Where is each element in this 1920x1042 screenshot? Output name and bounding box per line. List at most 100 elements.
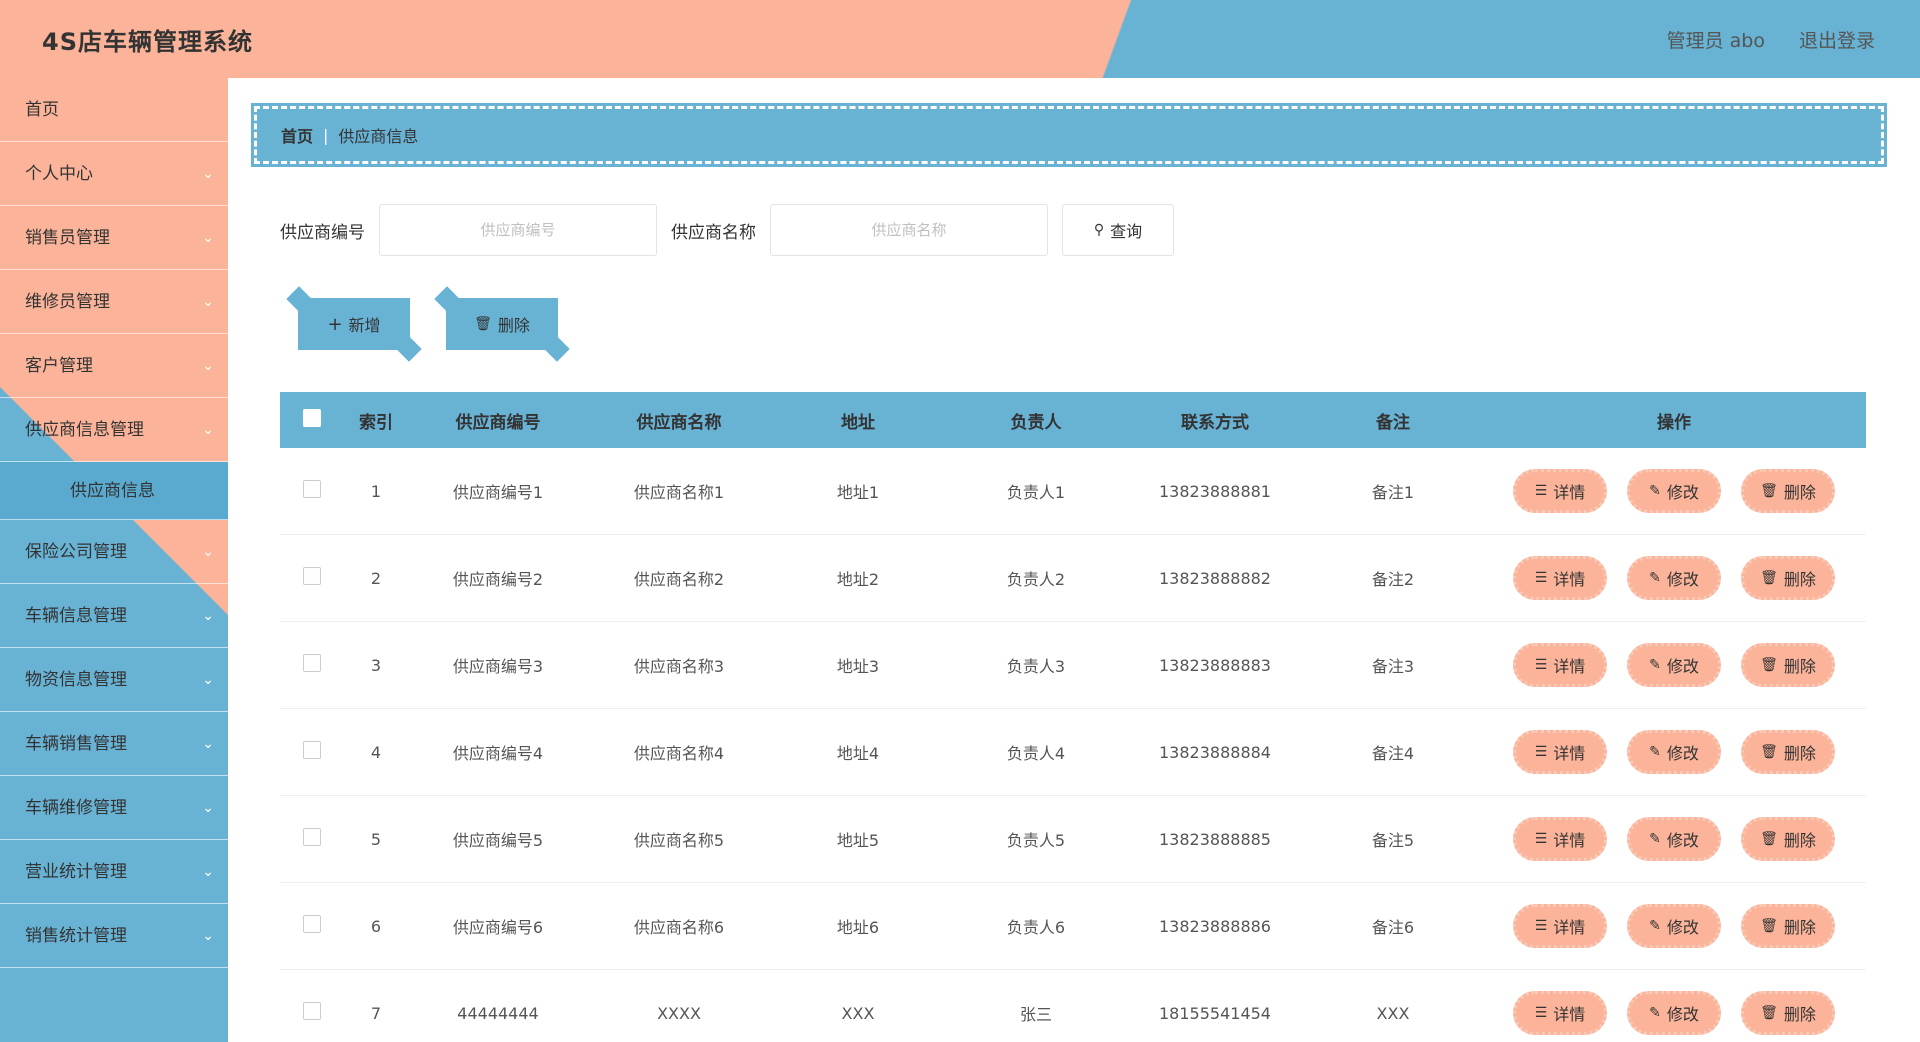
breadcrumb-separator: | [323,125,329,145]
row-checkbox[interactable] [303,480,321,498]
delete-button[interactable]: 🗑 删除 [1741,730,1835,774]
sidebar-item-4[interactable]: 客户管理 ⌄ [0,334,228,398]
detail-button-label: 详情 [1553,918,1586,937]
edit-button[interactable]: ✎ 修改 [1627,643,1721,687]
select-all-cell [280,408,344,432]
document-icon: ☰ [1534,831,1548,847]
row-checkbox[interactable] [303,654,321,672]
add-button[interactable]: + 新增 [298,298,410,350]
sidebar-item-0[interactable]: 首页 [0,78,228,142]
edit-button[interactable]: ✎ 修改 [1627,991,1721,1035]
delete-button[interactable]: 🗑 删除 [1741,991,1835,1035]
sidebar-item-10[interactable]: 车辆销售管理 ⌄ [0,712,228,776]
cell-index: 1 [370,481,382,501]
row-checkbox[interactable] [303,828,321,846]
admin-name: 管理员 abo [1666,30,1765,52]
detail-button[interactable]: ☰ 详情 [1513,556,1607,600]
logout-link[interactable]: 退出登录 [1799,26,1875,53]
detail-button[interactable]: ☰ 详情 [1513,904,1607,948]
sidebar-item-11[interactable]: 车辆维修管理 ⌄ [0,776,228,840]
row-operations: ☰ 详情 ✎ 修改 🗑 删除 [1482,643,1866,687]
edit-button-label: 修改 [1666,918,1699,937]
supplier-name-input[interactable] [770,204,1048,256]
detail-button[interactable]: ☰ 详情 [1513,730,1607,774]
delete-button[interactable]: 🗑 删除 [1741,904,1835,948]
edit-button[interactable]: ✎ 修改 [1627,556,1721,600]
sidebar-item-7[interactable]: 保险公司管理 ⌄ [0,520,228,584]
row-checkbox[interactable] [303,741,321,759]
delete-button[interactable]: 🗑 删除 [1741,469,1835,513]
detail-button[interactable]: ☰ 详情 [1513,469,1607,513]
cell-note: 备注5 [1371,831,1415,850]
pencil-icon: ✎ [1649,483,1661,499]
cell-address: XXX [841,1003,875,1023]
cell-address: 地址2 [836,570,880,589]
chevron-down-icon: ⌄ [202,166,214,182]
breadcrumb-home[interactable]: 首页 [281,123,313,147]
cell-address: 地址3 [836,657,880,676]
sidebar-item-5[interactable]: 供应商信息管理 ⌄ [0,398,228,462]
trash-icon: 🗑 [1760,657,1778,673]
query-button[interactable]: ⚲ 查询 [1062,204,1174,256]
row-operations: ☰ 详情 ✎ 修改 🗑 删除 [1482,730,1866,774]
row-checkbox[interactable] [303,567,321,585]
sidebar-item-13[interactable]: 销售统计管理 ⌄ [0,904,228,968]
cell-note: 备注1 [1371,483,1415,502]
edit-button-label: 修改 [1666,744,1699,763]
sidebar-item-6[interactable]: 供应商信息 [0,462,228,520]
detail-button[interactable]: ☰ 详情 [1513,643,1607,687]
sidebar-item-8[interactable]: 车辆信息管理 ⌄ [0,584,228,648]
edit-button-label: 修改 [1666,831,1699,850]
sidebar-item-12[interactable]: 营业统计管理 ⌄ [0,840,228,904]
sidebar-item-3[interactable]: 维修员管理 ⌄ [0,270,228,334]
pencil-icon: ✎ [1649,744,1661,760]
sidebar-item-label: 车辆信息管理 [25,606,127,626]
detail-button[interactable]: ☰ 详情 [1513,817,1607,861]
sidebar-item-label: 维修员管理 [25,292,110,312]
document-icon: ☰ [1534,570,1548,586]
table-body: 1 供应商编号1 供应商名称1 地址1 负责人1 13823888881 备注1 ☰ 详情 ✎ 修改… [280,448,1866,1042]
detail-button[interactable]: ☰ 详情 [1513,991,1607,1035]
batch-delete-button[interactable]: 🗑 删除 [446,298,558,350]
row-operations: ☰ 详情 ✎ 修改 🗑 删除 [1482,991,1866,1035]
sidebar-item-label: 个人中心 [25,164,93,184]
select-all-checkbox[interactable] [303,408,321,427]
delete-button[interactable]: 🗑 删除 [1741,643,1835,687]
cell-manager: 负责人2 [1006,570,1066,589]
detail-button-label: 详情 [1553,483,1586,502]
chevron-down-icon: ⌄ [202,358,214,374]
edit-button[interactable]: ✎ 修改 [1627,904,1721,948]
row-checkbox[interactable] [303,1002,321,1020]
cell-supplier-no: 供应商编号4 [452,744,544,763]
header-manager: 负责人 [1010,412,1062,433]
delete-button[interactable]: 🗑 删除 [1741,556,1835,600]
search-icon: ⚲ [1093,222,1105,238]
table-row: 3 供应商编号3 供应商名称3 地址3 负责人3 13823888883 备注3 ☰ 详情 ✎ 修改… [280,622,1866,709]
cell-address: 地址1 [836,483,880,502]
header-index: 索引 [359,412,393,433]
edit-button[interactable]: ✎ 修改 [1627,469,1721,513]
table-row: 5 供应商编号5 供应商名称5 地址5 负责人5 13823888885 备注5 ☰ 详情 ✎ 修改… [280,796,1866,883]
app-title: 4S店车辆管理系统 [42,28,253,56]
cell-index: 4 [370,742,382,762]
row-operations: ☰ 详情 ✎ 修改 🗑 删除 [1482,904,1866,948]
edit-button[interactable]: ✎ 修改 [1627,730,1721,774]
sidebar-item-9[interactable]: 物资信息管理 ⌄ [0,648,228,712]
search-bar: 供应商编号 供应商名称 ⚲ 查询 [280,204,1174,256]
supplier-no-input[interactable] [379,204,657,256]
edit-button[interactable]: ✎ 修改 [1627,817,1721,861]
row-checkbox[interactable] [303,915,321,933]
sidebar-item-2[interactable]: 销售员管理 ⌄ [0,206,228,270]
header-note: 备注 [1376,412,1410,433]
delete-button[interactable]: 🗑 删除 [1741,817,1835,861]
sidebar-item-label: 首页 [25,100,59,120]
cell-supplier-name: XXXX [657,1003,701,1023]
header-address: 地址 [841,412,875,433]
row-operations: ☰ 详情 ✎ 修改 🗑 删除 [1482,817,1866,861]
sidebar-item-1[interactable]: 个人中心 ⌄ [0,142,228,206]
chevron-down-icon: ⌄ [202,672,214,688]
cell-supplier-no: 44444444 [457,1003,539,1023]
cell-index: 7 [370,1003,382,1023]
pencil-icon: ✎ [1649,1005,1661,1021]
row-select-cell [280,567,344,589]
